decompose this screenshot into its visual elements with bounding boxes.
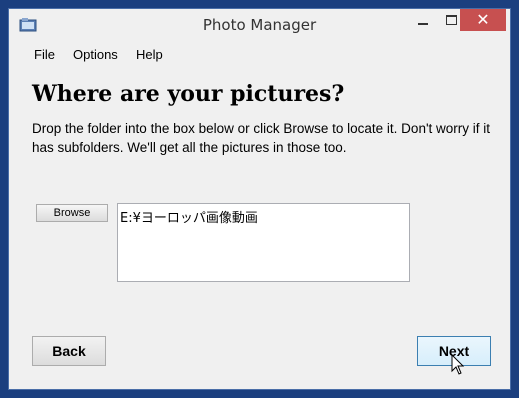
mouse-cursor-icon <box>451 354 465 375</box>
maximize-icon <box>445 15 457 25</box>
folder-drop-box[interactable]: E:¥ヨーロッパ画像動画 <box>117 203 410 282</box>
back-button[interactable]: Back <box>32 336 106 366</box>
minimize-icon <box>418 23 428 25</box>
title-bar[interactable]: Photo Manager ✕ <box>9 9 510 41</box>
photo-manager-window: Photo Manager ✕ File Options Help Where … <box>8 8 511 390</box>
browse-button[interactable]: Browse <box>36 204 108 222</box>
instructions-text: Drop the folder into the box below or cl… <box>32 121 491 155</box>
folder-path-text: E:¥ヨーロッパ画像動画 <box>120 211 258 226</box>
page-heading: Where are your pictures? <box>32 81 345 107</box>
minimize-button[interactable] <box>409 9 437 31</box>
menu-file[interactable]: File <box>34 47 55 62</box>
menu-help[interactable]: Help <box>136 47 163 62</box>
menu-options[interactable]: Options <box>73 47 118 62</box>
close-icon: ✕ <box>476 10 490 29</box>
close-button[interactable]: ✕ <box>460 9 506 31</box>
